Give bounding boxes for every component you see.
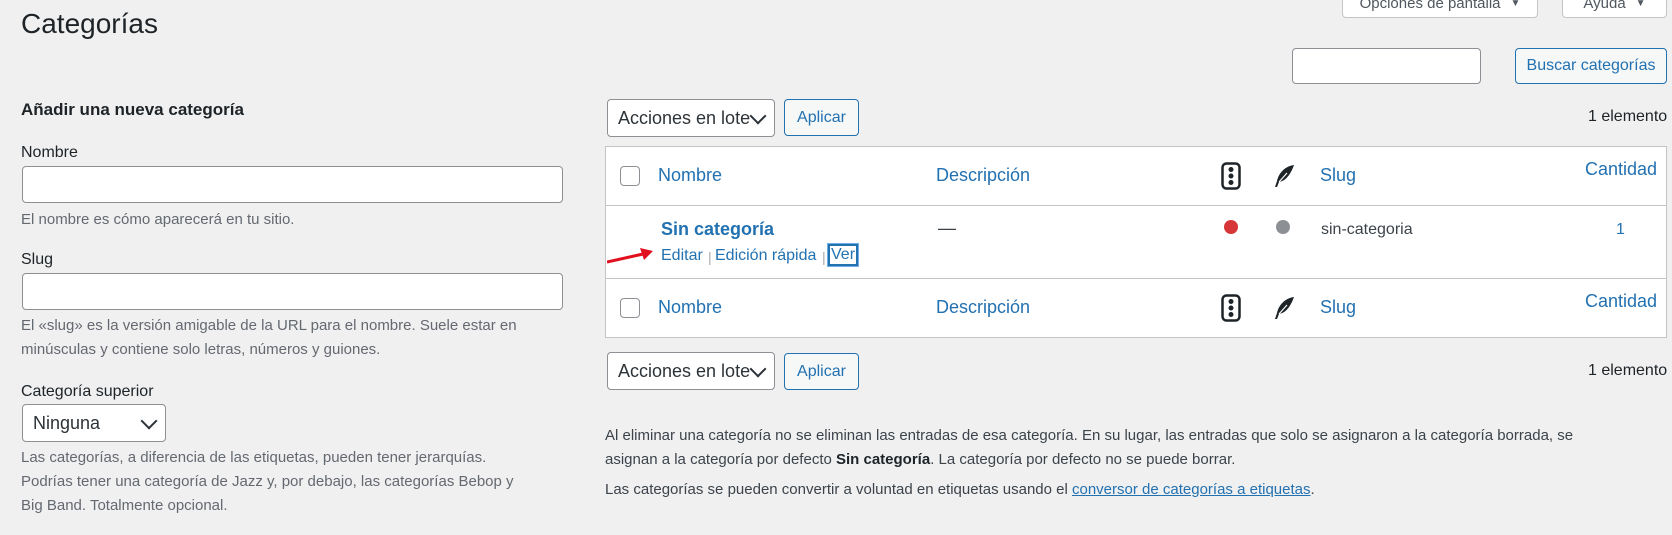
slug-label: Slug: [21, 251, 54, 268]
action-separator: |: [822, 249, 826, 265]
column-header-count[interactable]: Cantidad: [1585, 159, 1657, 180]
annotation-arrow-icon: [606, 248, 657, 271]
name-field[interactable]: [22, 166, 563, 203]
items-count-bottom: 1 elemento: [1588, 362, 1668, 379]
bulk-actions-label: Acciones en lote: [618, 360, 751, 381]
name-help: El nombre es cómo aparecerá en tu sitio.: [21, 211, 295, 228]
column-footer-slug[interactable]: Slug: [1320, 297, 1356, 318]
select-all-checkbox[interactable]: [620, 166, 640, 186]
parent-selected-value: Ninguna: [33, 412, 101, 433]
row-slug: sin-categoria: [1321, 221, 1413, 238]
bulk-actions-select-bottom[interactable]: Acciones en lote: [607, 352, 775, 390]
chevron-down-icon: [749, 360, 767, 377]
traffic-light-icon: [1221, 162, 1241, 195]
quick-edit-link[interactable]: Edición rápida: [715, 247, 816, 265]
name-label: Nombre: [21, 144, 78, 161]
caret-down-icon: ▼: [1510, 0, 1521, 9]
delete-note-text: . La categoría por defecto no se puede b…: [930, 451, 1236, 468]
select-all-checkbox-footer[interactable]: [620, 298, 640, 318]
column-header-description[interactable]: Descripción: [936, 165, 1030, 186]
apply-button-bottom[interactable]: Aplicar: [784, 353, 859, 390]
row-title-link[interactable]: Sin categoría: [661, 219, 774, 240]
feather-icon: [1272, 295, 1296, 326]
delete-note-line-1: Al eliminar una categoría no se eliminan…: [605, 427, 1574, 444]
help-button[interactable]: Ayuda ▼: [1562, 0, 1667, 18]
action-separator: |: [708, 249, 712, 265]
delete-note-line-2: asignan a la categoría por defecto Sin c…: [605, 448, 1235, 472]
traffic-light-icon: [1221, 294, 1241, 327]
feather-icon: [1272, 163, 1296, 194]
parent-category-select[interactable]: Ninguna: [22, 404, 166, 442]
categories-table: [605, 146, 1667, 338]
column-header-name[interactable]: Nombre: [658, 165, 722, 186]
add-category-title: Añadir una nueva categoría: [21, 100, 244, 119]
table-divider: [606, 205, 1666, 206]
convert-note-text: .: [1310, 481, 1315, 498]
slug-help-line-2: minúsculas y contiene solo letras, númer…: [21, 341, 381, 358]
row-count-link[interactable]: 1: [1616, 221, 1625, 239]
convert-note: Las categorías se pueden convertir a vol…: [605, 478, 1315, 502]
parent-help-line-2: Podrías tener una categoría de Jazz y, p…: [21, 473, 514, 490]
search-input[interactable]: [1292, 48, 1481, 84]
bulk-actions-select-top[interactable]: Acciones en lote: [607, 99, 775, 137]
items-count-top: 1 elemento: [1588, 108, 1668, 125]
column-header-slug[interactable]: Slug: [1320, 165, 1356, 186]
parent-help-line-3: Big Band. Totalmente opcional.: [21, 497, 228, 514]
delete-note-text: asignan a la categoría por defecto: [605, 451, 836, 468]
column-footer-count[interactable]: Cantidad: [1585, 291, 1657, 312]
convert-note-text: Las categorías se pueden convertir a vol…: [605, 481, 1072, 498]
seo-status-dot: [1224, 220, 1238, 234]
slug-field[interactable]: [22, 273, 563, 310]
search-button[interactable]: Buscar categorías: [1515, 48, 1667, 84]
view-link[interactable]: Ver: [828, 244, 859, 266]
category-tag-converter-link[interactable]: conversor de categorías a etiquetas: [1072, 481, 1310, 498]
bulk-actions-label: Acciones en lote: [618, 107, 751, 128]
readability-status-dot: [1276, 220, 1290, 234]
row-description: —: [938, 218, 956, 238]
parent-label: Categoría superior: [21, 383, 154, 400]
screen-options-button[interactable]: Opciones de pantalla ▼: [1342, 0, 1538, 18]
chevron-down-icon: [749, 107, 767, 124]
caret-down-icon: ▼: [1635, 0, 1646, 9]
screen-options-label: Opciones de pantalla: [1359, 0, 1501, 12]
table-divider: [606, 278, 1666, 279]
slug-help-line-1: El «slug» es la versión amigable de la U…: [21, 317, 517, 334]
help-label: Ayuda: [1583, 0, 1626, 12]
default-category-name: Sin categoría: [836, 451, 931, 468]
column-footer-name[interactable]: Nombre: [658, 297, 722, 318]
edit-link[interactable]: Editar: [661, 247, 703, 265]
column-footer-description[interactable]: Descripción: [936, 297, 1030, 318]
page-title: Categorías: [21, 8, 158, 39]
apply-button-top[interactable]: Aplicar: [784, 99, 859, 136]
parent-help-line-1: Las categorías, a diferencia de las etiq…: [21, 449, 487, 466]
chevron-down-icon: [140, 412, 158, 429]
